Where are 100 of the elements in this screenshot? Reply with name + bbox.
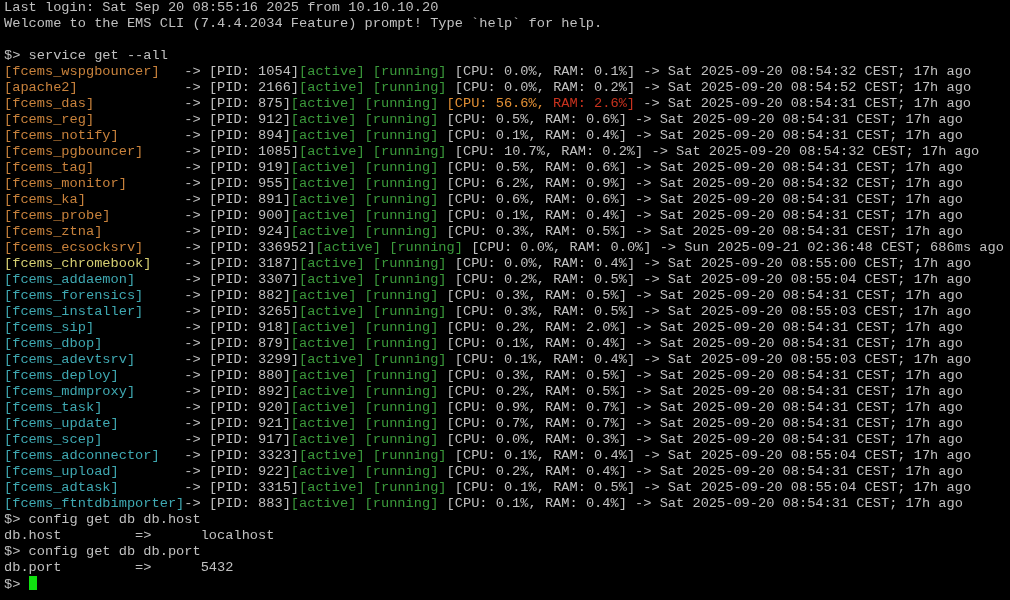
state-label: [running] xyxy=(364,496,439,511)
start-time: -> Sat 2025-09-20 08:54:31 CEST; 17h ago xyxy=(635,208,963,223)
state-label: [running] xyxy=(364,384,439,399)
state-label: [running] xyxy=(372,304,447,319)
ram-usage: RAM: 0.6%] xyxy=(544,192,627,207)
cpu-usage: [CPU: 0.1%, xyxy=(446,496,537,511)
pid-label: [PID: 3187] xyxy=(208,256,300,271)
arrow-text: -> xyxy=(184,304,201,319)
status-label: [active] xyxy=(290,224,357,239)
cpu-usage: [CPU: 0.1%, xyxy=(446,336,537,351)
status-label: [active] xyxy=(299,352,365,367)
arrow-text: -> xyxy=(184,336,201,351)
pid-label: [PID: 924] xyxy=(208,224,291,239)
service-name: [fcems_deploy] xyxy=(4,368,120,384)
ram-usage: RAM: 0.3%] xyxy=(544,432,627,447)
cpu-usage: [CPU: 0.2%, xyxy=(446,320,537,335)
state-label: [running] xyxy=(372,272,447,287)
pid-label: [PID: 1085] xyxy=(208,144,300,159)
command-line: $> config get db db.port xyxy=(4,544,201,559)
status-label: [active] xyxy=(290,112,357,127)
state-label: [running] xyxy=(364,336,439,351)
cpu-usage: [CPU: 0.7%, xyxy=(446,416,537,431)
cpu-usage: [CPU: 0.0%, xyxy=(454,256,545,271)
state-label: [running] xyxy=(364,96,439,111)
start-time: -> Sat 2025-09-20 08:54:31 CEST; 17h ago xyxy=(635,320,963,335)
start-time: -> Sat 2025-09-20 08:54:32 CEST; 17h ago xyxy=(635,176,963,191)
arrow-text: -> xyxy=(184,384,201,399)
service-name: [fcems_ecsocksrv] xyxy=(4,240,145,256)
start-time: -> Sat 2025-09-20 08:54:31 CEST; 17h ago xyxy=(635,192,963,207)
config-key: db.host xyxy=(4,528,136,544)
state-label: [running] xyxy=(372,256,447,271)
status-label: [active] xyxy=(290,336,357,351)
start-time: -> Sat 2025-09-20 08:55:04 CEST; 17h ago xyxy=(643,272,972,287)
service-name: [fcems_notify] xyxy=(4,128,120,144)
start-time: -> Sat 2025-09-20 08:54:31 CEST; 17h ago xyxy=(643,96,972,111)
prompt: $> xyxy=(4,577,21,592)
cpu-usage: [CPU: 0.2%, xyxy=(446,464,537,479)
ram-usage: RAM: 0.5%] xyxy=(553,304,636,319)
status-label: [active] xyxy=(290,96,357,111)
state-label: [running] xyxy=(364,432,439,447)
arrow-text: -> xyxy=(184,128,201,143)
service-name: [fcems_adtask] xyxy=(4,480,120,496)
arrow-text: -> xyxy=(184,368,201,383)
service-name: [fcems_addaemon] xyxy=(4,272,137,288)
state-label: [running] xyxy=(364,112,439,127)
pid-label: [PID: 3307] xyxy=(208,272,300,287)
ram-usage: RAM: 0.5%] xyxy=(544,224,627,239)
pid-label: [PID: 3299] xyxy=(208,352,300,367)
status-label: [active] xyxy=(290,128,357,143)
ram-usage: RAM: 0.5%] xyxy=(544,288,627,303)
service-name: [fcems_reg] xyxy=(4,112,96,128)
pid-label: [PID: 1054] xyxy=(208,64,300,79)
command-line: $> service get --all xyxy=(4,48,168,63)
pid-label: [PID: 955] xyxy=(208,176,291,191)
status-label: [active] xyxy=(299,304,365,319)
pid-label: [PID: 891] xyxy=(208,192,291,207)
ram-usage: RAM: 0.1%] xyxy=(553,64,636,79)
service-name: [fcems_installer] xyxy=(4,304,145,320)
status-label: [active] xyxy=(315,240,381,255)
ram-usage: RAM: 0.2%] xyxy=(553,80,636,95)
arrow-text: -> xyxy=(184,192,201,207)
status-label: [active] xyxy=(299,256,365,271)
state-label: [running] xyxy=(364,224,439,239)
status-label: [active] xyxy=(290,464,357,479)
arrow-text: -> xyxy=(184,288,201,303)
arrow-text: -> xyxy=(184,464,201,479)
cpu-usage: [CPU: 56.6%, xyxy=(446,96,545,111)
pid-label: [PID: 880] xyxy=(208,368,291,383)
status-label: [active] xyxy=(290,208,357,223)
state-label: [running] xyxy=(364,464,439,479)
start-time: -> Sat 2025-09-20 08:55:04 CEST; 17h ago xyxy=(643,480,972,495)
state-label: [running] xyxy=(364,288,439,303)
cpu-usage: [CPU: 0.0%, xyxy=(446,432,537,447)
ram-usage: RAM: 0.5%] xyxy=(544,384,627,399)
ram-usage: RAM: 0.6%] xyxy=(544,160,627,175)
state-label: [running] xyxy=(364,400,439,415)
status-label: [active] xyxy=(299,144,365,159)
cpu-usage: [CPU: 0.3%, xyxy=(446,368,537,383)
state-label: [running] xyxy=(364,368,439,383)
status-label: [active] xyxy=(299,64,365,79)
arrow-text: -> xyxy=(184,352,201,367)
arrow-text: -> xyxy=(184,400,201,415)
ram-usage: RAM: 0.2%] xyxy=(561,144,644,159)
start-time: -> Sat 2025-09-20 08:54:31 CEST; 17h ago xyxy=(635,464,963,479)
start-time: -> Sat 2025-09-20 08:54:31 CEST; 17h ago xyxy=(635,400,963,415)
service-name: [fcems_tag] xyxy=(4,160,96,176)
pid-label: [PID: 882] xyxy=(208,288,291,303)
ram-usage: RAM: 0.7%] xyxy=(544,400,627,415)
ram-usage: RAM: 0.4%] xyxy=(544,208,627,223)
pid-label: [PID: 2166] xyxy=(208,80,300,95)
pid-label: [PID: 879] xyxy=(208,336,291,351)
status-label: [active] xyxy=(290,192,357,207)
start-time: -> Sat 2025-09-20 08:55:03 CEST; 17h ago xyxy=(643,352,972,367)
arrow-text: -> xyxy=(184,416,201,431)
command-line: $> config get db db.host xyxy=(4,512,201,527)
ram-usage: RAM: 0.4%] xyxy=(544,496,627,511)
status-label: [active] xyxy=(290,496,357,511)
status-label: [active] xyxy=(290,160,357,175)
pid-label: [PID: 922] xyxy=(208,464,291,479)
arrow-text: -> xyxy=(184,208,201,223)
